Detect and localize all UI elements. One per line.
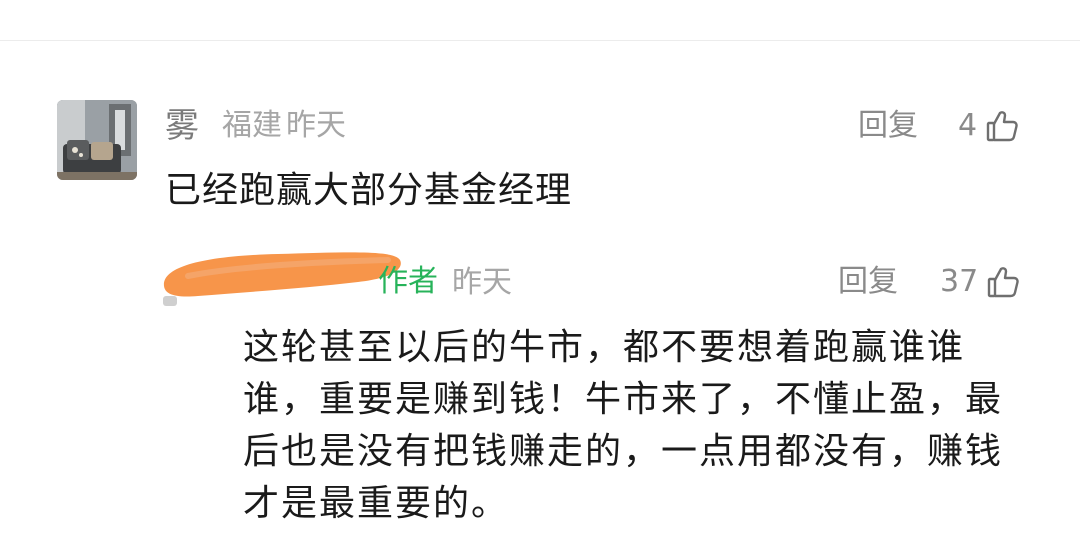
thumbs-up-icon — [986, 265, 1020, 299]
like-button[interactable]: 4 — [958, 106, 1019, 146]
comment-text: 已经跑赢大部分基金经理 — [165, 170, 573, 211]
author-badge: 作者 — [378, 264, 438, 299]
comment-time: 昨天 — [286, 108, 346, 143]
reply-like-count: 37 — [940, 264, 979, 299]
thumbs-up-icon — [985, 109, 1019, 143]
reply-reply-button[interactable]: 回复 — [838, 262, 898, 302]
reply-text: 这轮甚至以后的牛市，都不要想着跑赢谁谁谁，重要是赚到钱！牛市来了，不懂止盈，最后… — [243, 327, 1004, 524]
comment-username[interactable]: 雾 — [165, 104, 199, 148]
reply-like-button[interactable]: 37 — [940, 262, 1020, 302]
like-count: 4 — [958, 108, 978, 143]
comment-location: 福建 — [222, 108, 282, 143]
comment-thread: 雾 福建 昨天 回复 4 已经跑赢大部分基金经理 作者 昨天 回复 37 这轮甚… — [0, 0, 1080, 546]
avatar[interactable] — [57, 100, 137, 180]
redaction-mark — [158, 246, 404, 302]
reply-time: 昨天 — [452, 265, 512, 300]
reply-button[interactable]: 回复 — [858, 106, 918, 146]
